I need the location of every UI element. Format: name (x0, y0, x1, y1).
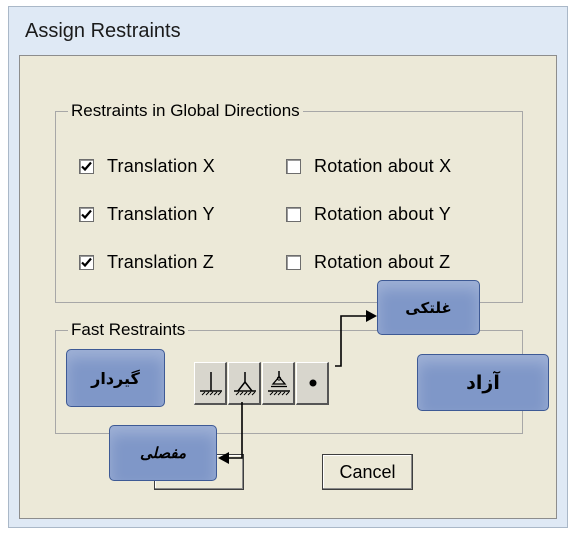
pinned-callout: مفصلی (109, 425, 217, 481)
annotation-arrows (218, 310, 377, 464)
fixed-callout: گیردار (66, 349, 165, 407)
roller-callout: غلتکی (377, 280, 480, 335)
free-callout: آزاد (417, 354, 549, 411)
